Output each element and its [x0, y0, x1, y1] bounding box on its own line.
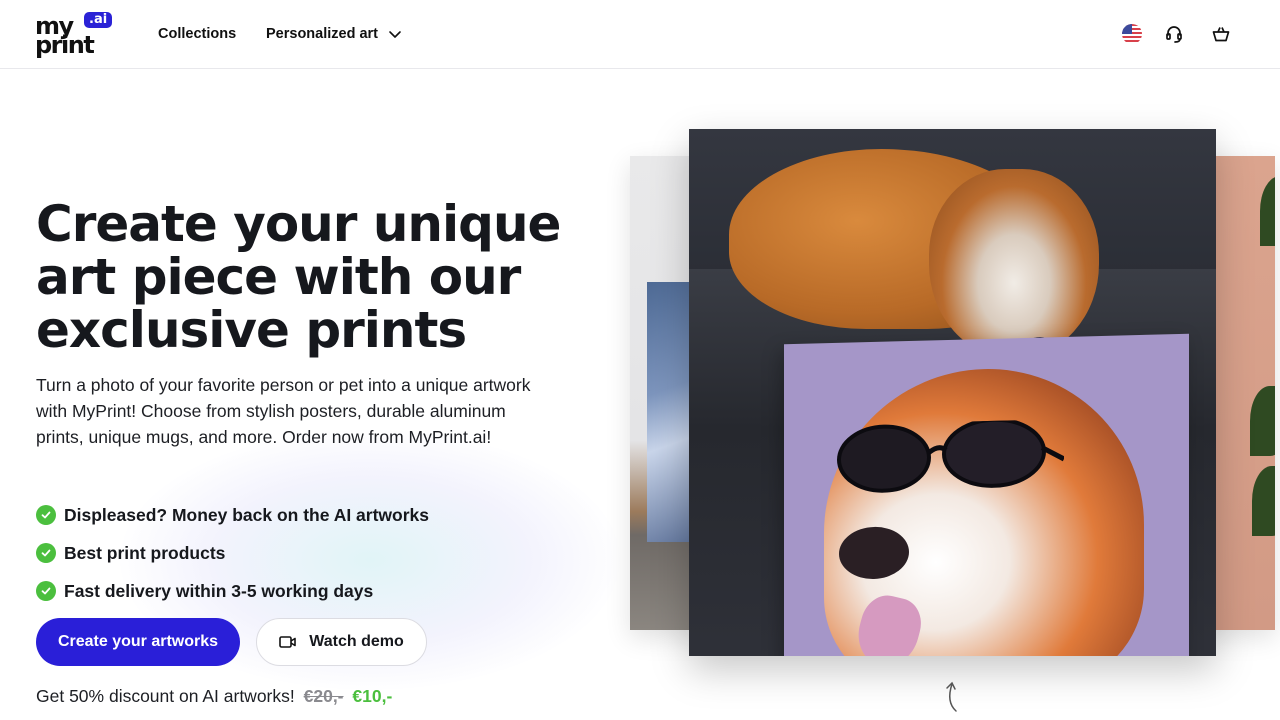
curved-arrow-up-icon [946, 681, 957, 712]
check-circle-icon [36, 543, 56, 563]
dog-head [929, 169, 1099, 359]
myprint-logo[interactable]: my print .ai [35, 12, 115, 58]
hero-product-photo[interactable] [689, 129, 1216, 656]
old-price: €20,- [303, 686, 344, 706]
create-artworks-button[interactable]: Create your artworks [36, 618, 240, 666]
nav-collections[interactable]: Collections [158, 26, 236, 42]
feature-text: Displeased? Money back on the AI artwork… [64, 504, 430, 525]
hero-description: Turn a photo of your favorite person or … [36, 375, 531, 447]
plant-leaf [1260, 176, 1275, 246]
feature-text: Fast delivery within 3-5 working days [64, 580, 374, 601]
logo-badge: .ai [84, 12, 113, 28]
hero-headline: Create your unique art piece with our ex… [36, 195, 561, 359]
logo-line-2: print [35, 31, 95, 59]
check-circle-icon [36, 505, 56, 525]
shopping-basket-icon[interactable] [1209, 22, 1233, 46]
chevron-down-icon [389, 31, 401, 38]
discount-promo: Get 50% discount on AI artworks! €20,- €… [36, 686, 392, 707]
headset-support-icon[interactable] [1162, 22, 1186, 46]
plant-leaf [1250, 386, 1275, 456]
nav-personalized-art[interactable]: Personalized art [266, 26, 402, 42]
sunglasses [837, 418, 1064, 493]
check-circle-icon [36, 581, 56, 601]
watch-demo-button[interactable]: Watch demo [256, 618, 427, 666]
feature-list: Displeased? Money back on the AI artwork… [36, 496, 429, 610]
feature-text: Best print products [64, 542, 226, 563]
feature-item: Fast delivery within 3-5 working days [36, 572, 429, 610]
promo-text: Get 50% discount on AI artworks! [36, 686, 295, 706]
watch-demo-label: Watch demo [309, 633, 404, 650]
new-price: €10,- [352, 686, 393, 706]
video-camera-icon [279, 636, 297, 648]
site-header: my print .ai Collections Personalized ar… [0, 0, 1280, 69]
feature-item: Displeased? Money back on the AI artwork… [36, 496, 429, 534]
feature-item: Best print products [36, 534, 429, 572]
nav-personalized-art-label: Personalized art [266, 26, 379, 42]
dog-portrait-canvas [784, 333, 1189, 656]
us-flag-icon[interactable] [1120, 22, 1144, 46]
plant-leaf [1252, 466, 1275, 536]
